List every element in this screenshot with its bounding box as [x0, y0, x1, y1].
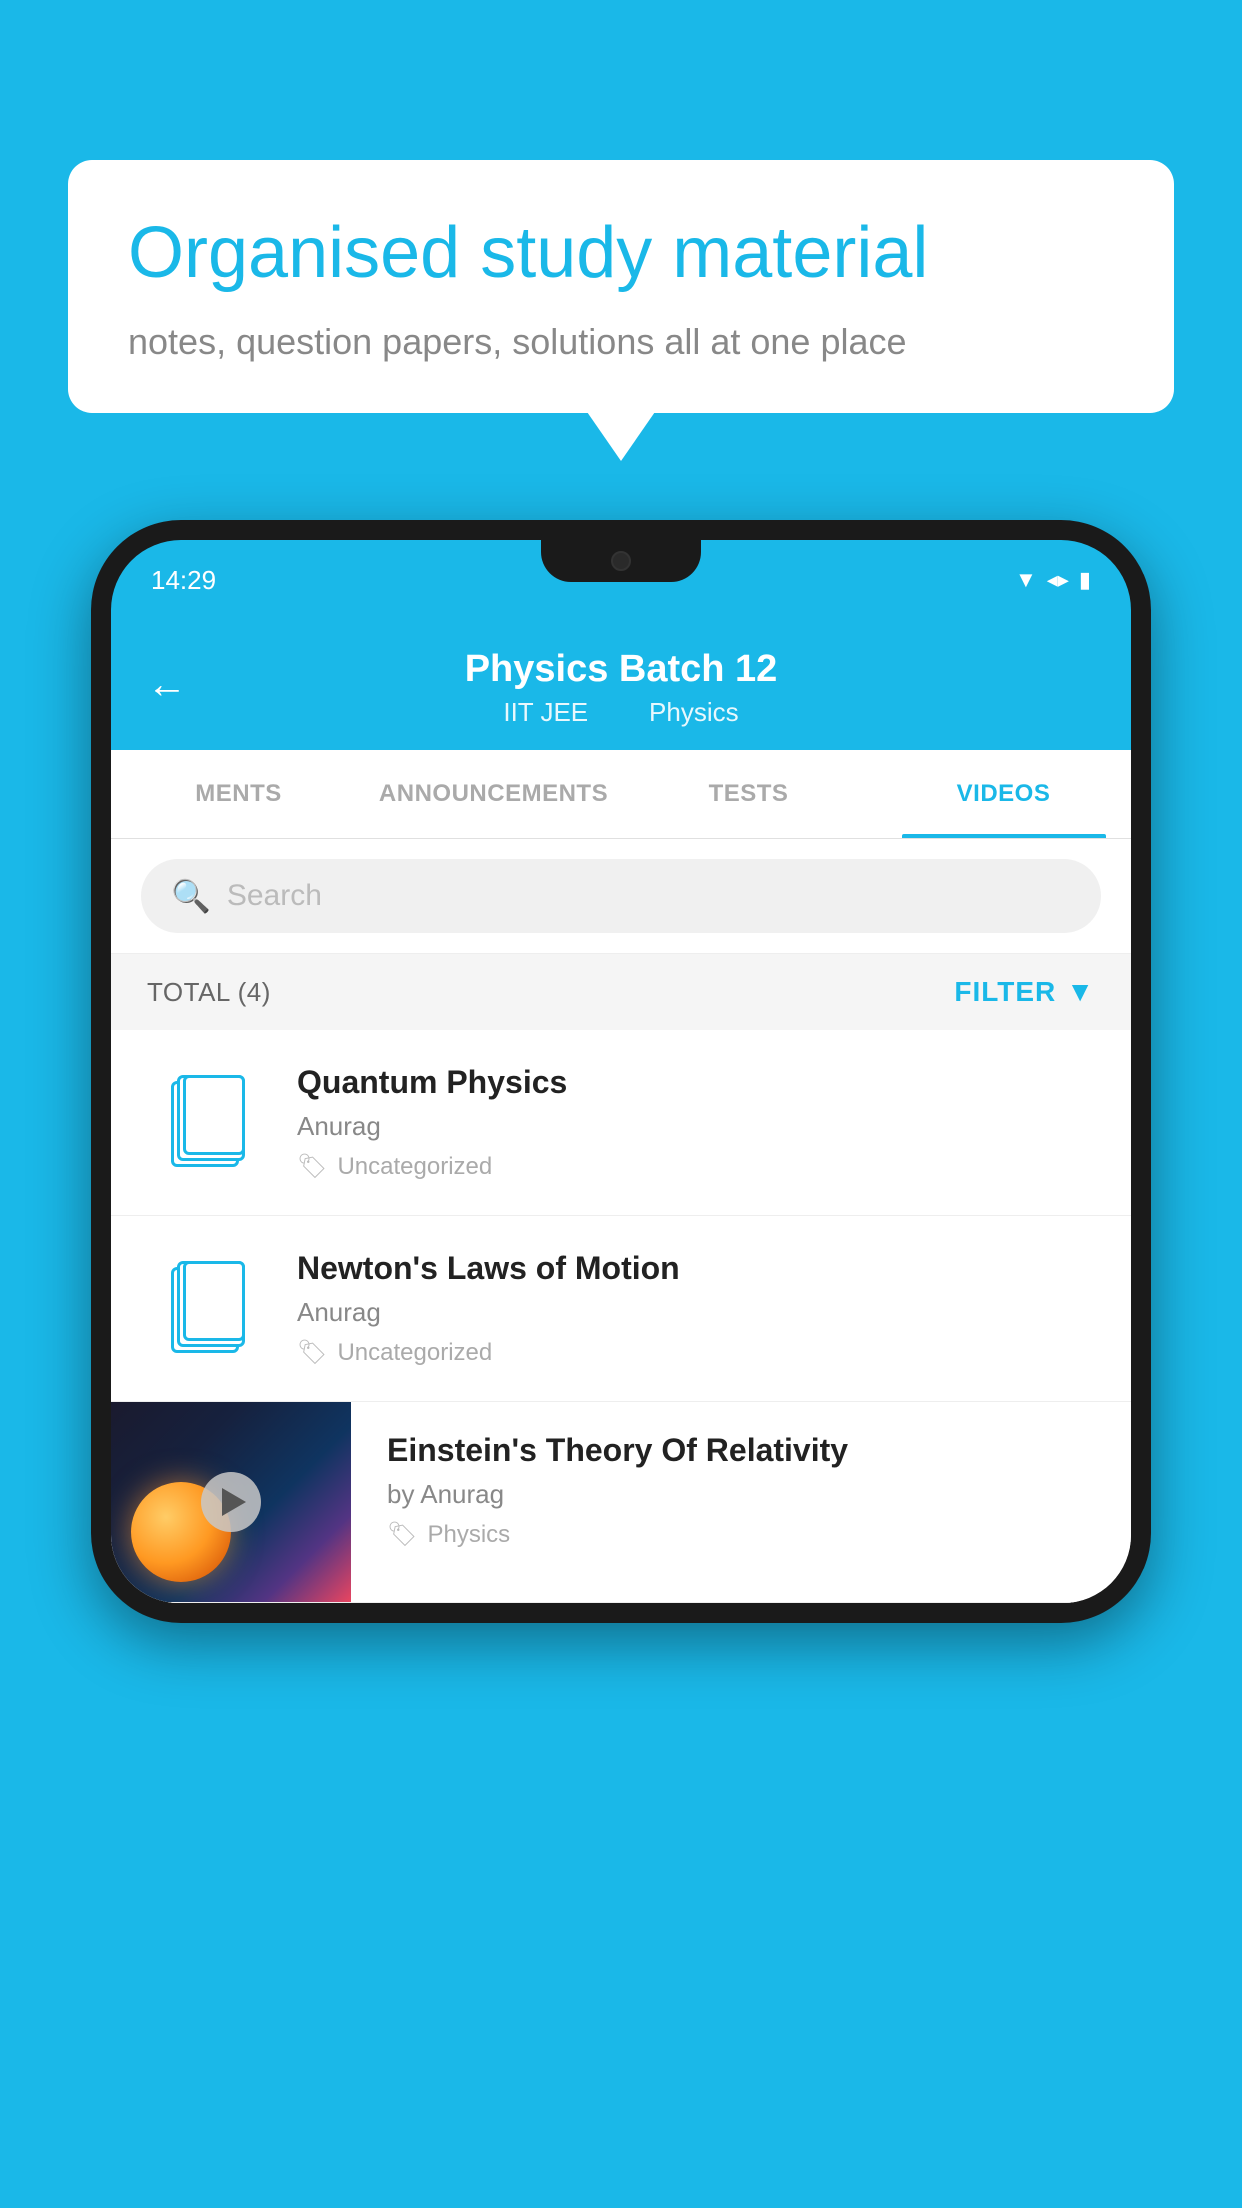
tabs-bar: MENTS ANNOUNCEMENTS TESTS VIDEOS — [111, 750, 1131, 839]
play-icon — [222, 1488, 246, 1516]
item-title: Einstein's Theory Of Relativity — [387, 1432, 1095, 1469]
item-tag: 🏷 Uncategorized — [297, 1338, 1095, 1367]
back-button[interactable]: ← — [147, 663, 187, 708]
filter-label: FILTER — [954, 976, 1056, 1008]
status-bar: 14:29 ▼ ◂▸ ▮ — [111, 540, 1131, 620]
item-title: Quantum Physics — [297, 1064, 1095, 1101]
tag-icon: 🏷 — [297, 1338, 327, 1367]
bubble-title: Organised study material — [128, 214, 1114, 293]
item-title: Newton's Laws of Motion — [297, 1250, 1095, 1287]
item-info: Quantum Physics Anurag 🏷 Uncategorized — [297, 1064, 1095, 1181]
status-time: 14:29 — [151, 565, 216, 596]
tag-icon: 🏷 — [297, 1152, 327, 1181]
signal-icon: ◂▸ — [1047, 567, 1069, 593]
play-button[interactable] — [201, 1472, 261, 1532]
filter-icon: ▼ — [1066, 976, 1095, 1008]
phone-outer: 14:29 ▼ ◂▸ ▮ ← Physics Batch 12 IIT JEE … — [91, 520, 1151, 1623]
subtitle-iit: IIT JEE — [503, 697, 588, 727]
filter-row: TOTAL (4) FILTER ▼ — [111, 954, 1131, 1030]
status-icons: ▼ ◂▸ ▮ — [1015, 567, 1091, 593]
file-icon — [171, 1079, 243, 1167]
video-list: Quantum Physics Anurag 🏷 Uncategorized — [111, 1030, 1131, 1603]
bubble-subtitle: notes, question papers, solutions all at… — [128, 321, 1114, 363]
notch — [541, 540, 701, 582]
batch-subtitle: IIT JEE Physics — [151, 697, 1091, 728]
tag-label: Uncategorized — [337, 1339, 492, 1367]
list-item[interactable]: Quantum Physics Anurag 🏷 Uncategorized — [111, 1030, 1131, 1216]
item-info: Einstein's Theory Of Relativity by Anura… — [351, 1402, 1131, 1579]
total-count: TOTAL (4) — [147, 977, 271, 1008]
tab-tests[interactable]: TESTS — [621, 750, 876, 838]
app-header: ← Physics Batch 12 IIT JEE Physics — [111, 620, 1131, 750]
tab-videos[interactable]: VIDEOS — [876, 750, 1131, 838]
tag-icon: 🏷 — [387, 1520, 417, 1549]
list-item[interactable]: Einstein's Theory Of Relativity by Anura… — [111, 1402, 1131, 1603]
item-info: Newton's Laws of Motion Anurag 🏷 Uncateg… — [297, 1250, 1095, 1367]
tab-announcements[interactable]: ANNOUNCEMENTS — [366, 750, 621, 838]
tag-label: Physics — [427, 1521, 510, 1549]
item-tag: 🏷 Physics — [387, 1520, 1095, 1549]
file-icon-inner — [183, 1261, 245, 1341]
phone-screen: ← Physics Batch 12 IIT JEE Physics MENTS… — [111, 620, 1131, 1603]
search-bar[interactable]: 🔍 Search — [141, 859, 1101, 933]
tab-ments[interactable]: MENTS — [111, 750, 366, 838]
einstein-thumbnail — [111, 1402, 351, 1602]
battery-icon: ▮ — [1079, 567, 1091, 593]
speech-bubble-card: Organised study material notes, question… — [68, 160, 1174, 413]
item-thumbnail — [147, 1254, 267, 1364]
item-thumbnail — [147, 1068, 267, 1178]
subtitle-physics: Physics — [649, 697, 739, 727]
filter-button[interactable]: FILTER ▼ — [954, 976, 1095, 1008]
item-author: by Anurag — [387, 1479, 1095, 1510]
file-icon-inner — [183, 1075, 245, 1155]
search-icon: 🔍 — [171, 877, 211, 915]
wifi-icon: ▼ — [1015, 567, 1037, 593]
item-author: Anurag — [297, 1111, 1095, 1142]
list-item[interactable]: Newton's Laws of Motion Anurag 🏷 Uncateg… — [111, 1216, 1131, 1402]
search-placeholder: Search — [227, 879, 322, 913]
tag-label: Uncategorized — [337, 1153, 492, 1181]
file-icon — [171, 1265, 243, 1353]
batch-title: Physics Batch 12 — [151, 648, 1091, 691]
item-author: Anurag — [297, 1297, 1095, 1328]
item-tag: 🏷 Uncategorized — [297, 1152, 1095, 1181]
search-container: 🔍 Search — [111, 839, 1131, 954]
camera-icon — [611, 551, 631, 571]
phone-mockup: 14:29 ▼ ◂▸ ▮ ← Physics Batch 12 IIT JEE … — [91, 520, 1151, 1623]
